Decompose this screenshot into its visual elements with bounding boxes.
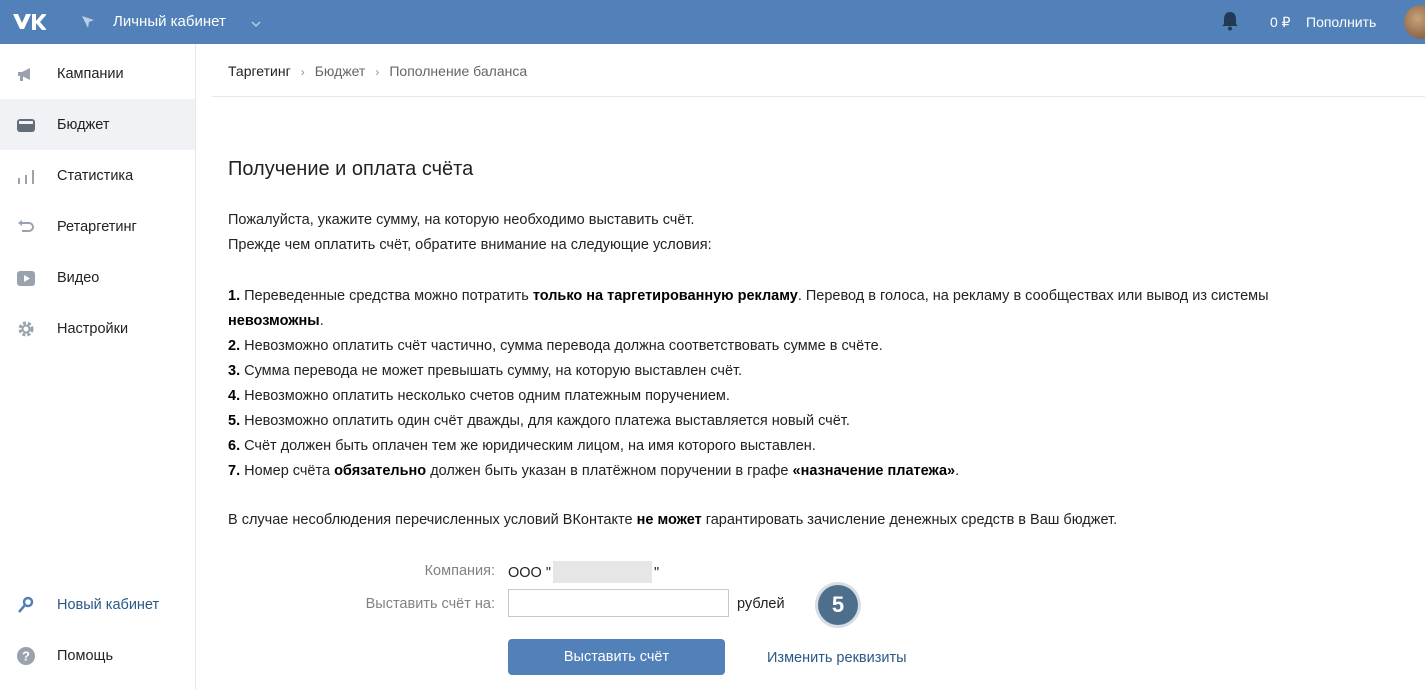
breadcrumb-separator-icon: › xyxy=(375,65,380,79)
currency-label: рублей xyxy=(737,596,785,612)
sidebar-item-label: Бюджет xyxy=(57,117,110,133)
bell-icon[interactable] xyxy=(1221,11,1239,31)
sidebar-item-budget[interactable]: Бюджет xyxy=(0,99,195,150)
condition-item: 5. Невозможно оплатить один счёт дважды,… xyxy=(228,413,850,429)
help-icon: ? xyxy=(16,646,36,666)
redacted-block xyxy=(553,561,653,583)
retarget-arrow-icon xyxy=(16,217,36,237)
flag-icon xyxy=(80,14,96,30)
warning-text: В случае несоблюдения перечисленных усло… xyxy=(228,512,1118,528)
bar-chart-icon xyxy=(16,166,36,186)
sidebar-item-label: Ретаргетинг xyxy=(57,219,137,235)
step-number-badge: 5 xyxy=(818,585,858,625)
company-label: Компания: xyxy=(424,563,495,579)
invoice-amount-label: Выставить счёт на: xyxy=(365,596,495,612)
sidebar-item-label: Видео xyxy=(57,270,100,286)
condition-item: 6. Счёт должен быть оплачен тем же юриди… xyxy=(228,438,816,454)
sidebar-item-label: Кампании xyxy=(57,66,124,82)
wallet-icon xyxy=(16,115,36,135)
top-bar: Личный кабинет 0 ₽ Пополнить xyxy=(0,0,1425,44)
sidebar-item-label: Статистика xyxy=(57,168,134,184)
condition-item: 7. Номер счёта обязательно должен быть у… xyxy=(228,463,960,479)
sidebar-item-campaigns[interactable]: Кампании xyxy=(0,48,195,99)
intro-line: Прежде чем оплатить счёт, обратите внима… xyxy=(228,237,712,253)
condition-item: 4. Невозможно оплатить несколько счетов … xyxy=(228,388,730,404)
sidebar-item-settings[interactable]: Настройки xyxy=(0,303,195,354)
sidebar-item-new-cabinet[interactable]: Новый кабинет xyxy=(0,579,195,630)
key-icon xyxy=(16,595,36,615)
sidebar-item-label: Помощь xyxy=(57,648,114,664)
breadcrumb-separator-icon: › xyxy=(300,65,305,79)
sidebar-item-label: Настройки xyxy=(57,321,129,337)
sidebar: Кампании Бюджет Статистика Ретаргетинг В… xyxy=(0,44,196,690)
invoice-amount-input[interactable] xyxy=(508,589,729,617)
company-name: ООО " " xyxy=(508,561,659,583)
breadcrumb-current: Пополнение баланса xyxy=(389,63,528,79)
sidebar-item-label: Новый кабинет xyxy=(57,597,160,613)
intro-line: Пожалуйста, укажите сумму, на которую не… xyxy=(228,212,695,228)
megaphone-icon xyxy=(16,64,36,84)
edit-details-link[interactable]: Изменить реквизиты xyxy=(767,648,907,668)
breadcrumb-targeting[interactable]: Таргетинг xyxy=(228,63,291,79)
vk-logo-icon[interactable] xyxy=(12,11,47,33)
conditions-list: 1. Переведенные средства можно потратить… xyxy=(228,284,1398,484)
intro-text: Пожалуйста, укажите сумму, на которую не… xyxy=(228,208,1378,258)
divider xyxy=(212,96,1425,97)
condition-item: 2. Невозможно оплатить счёт частично, су… xyxy=(228,338,883,354)
sidebar-item-retargeting[interactable]: Ретаргетинг xyxy=(0,201,195,252)
gear-icon xyxy=(16,319,36,339)
breadcrumb-budget[interactable]: Бюджет xyxy=(315,63,366,79)
svg-text:?: ? xyxy=(22,649,30,664)
condition-item: 1. Переведенные средства можно потратить… xyxy=(228,288,1269,329)
sidebar-item-help[interactable]: ? Помощь xyxy=(0,630,195,681)
breadcrumb: Таргетинг › Бюджет › Пополнение баланса xyxy=(228,62,527,81)
chevron-down-icon[interactable] xyxy=(251,16,261,28)
issue-invoice-button[interactable]: Выставить счёт xyxy=(508,639,725,675)
balance-value: 0 ₽ xyxy=(1270,14,1291,30)
page-title: Получение и оплата счёта xyxy=(228,158,474,180)
condition-item: 3. Сумма перевода не может превышать сум… xyxy=(228,363,743,379)
cabinet-title[interactable]: Личный кабинет xyxy=(113,12,226,32)
sidebar-item-statistics[interactable]: Статистика xyxy=(0,150,195,201)
topup-link[interactable]: Пополнить xyxy=(1306,12,1376,32)
sidebar-item-video[interactable]: Видео xyxy=(0,252,195,303)
avatar[interactable] xyxy=(1404,5,1425,39)
video-play-icon xyxy=(16,268,36,288)
